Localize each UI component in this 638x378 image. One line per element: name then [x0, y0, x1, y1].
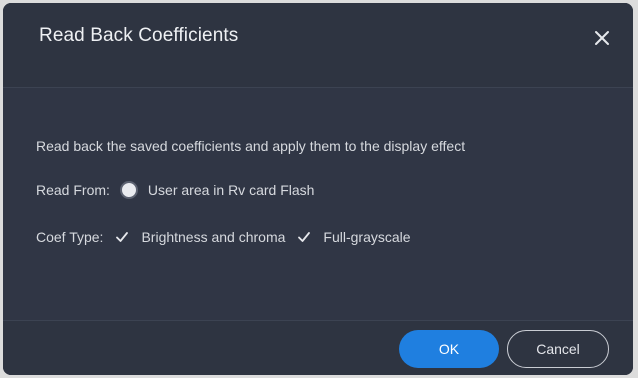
dialog-header: Read Back Coefficients — [3, 3, 633, 87]
description-text: Read back the saved coefficients and app… — [36, 138, 466, 154]
read-from-label: Read From: — [36, 182, 110, 198]
cancel-button[interactable]: Cancel — [507, 330, 609, 368]
read-from-option-label[interactable]: User area in Rv card Flash — [148, 182, 315, 198]
brightness-chroma-label[interactable]: Brightness and chroma — [141, 229, 285, 245]
read-from-radio[interactable] — [119, 181, 138, 199]
dialog-body — [3, 88, 633, 320]
close-icon[interactable] — [591, 27, 613, 49]
checkmark-icon — [116, 232, 129, 242]
full-grayscale-label[interactable]: Full-grayscale — [323, 229, 410, 245]
dialog-title: Read Back Coefficients — [39, 25, 239, 46]
brightness-chroma-checkbox[interactable] — [115, 230, 129, 244]
coef-type-label: Coef Type: — [36, 229, 104, 245]
checkmark-icon — [298, 232, 311, 242]
full-grayscale-checkbox[interactable] — [297, 230, 311, 244]
ok-button[interactable]: OK — [399, 330, 499, 368]
read-from-row: Read From: User area in Rv card Flash — [36, 181, 314, 199]
coef-type-row: Coef Type: Brightness and chroma Full-gr… — [36, 229, 411, 245]
